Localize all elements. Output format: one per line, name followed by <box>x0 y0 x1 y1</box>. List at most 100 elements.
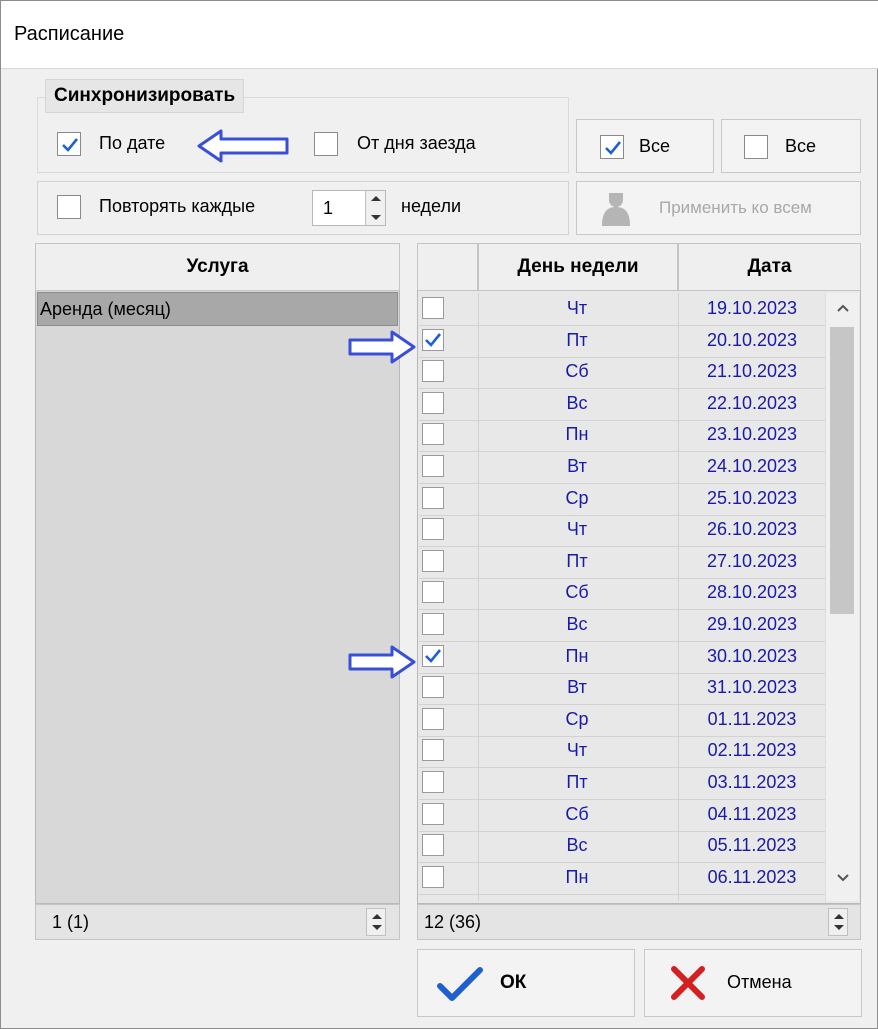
chevron-down-icon[interactable] <box>834 925 844 930</box>
chevron-up-icon[interactable] <box>371 196 381 201</box>
spinner-arrows[interactable] <box>365 191 385 225</box>
row-checkbox[interactable] <box>422 771 444 793</box>
row-checkbox[interactable] <box>422 297 444 319</box>
row-divider <box>419 862 825 863</box>
row-divider <box>419 325 825 326</box>
row-checkbox[interactable] <box>422 329 444 351</box>
checkmark-icon <box>437 967 483 1001</box>
row-date: 30.10.2023 <box>706 646 798 666</box>
row-checkbox[interactable] <box>422 360 444 382</box>
row-divider <box>419 420 825 421</box>
row-checkbox[interactable] <box>422 455 444 477</box>
cancel-button[interactable]: Отмена <box>644 949 862 1017</box>
row-divider <box>419 546 825 547</box>
row-divider <box>419 388 825 389</box>
row-date: 23.10.2023 <box>706 424 798 444</box>
row-divider <box>419 831 825 832</box>
services-spinner[interactable] <box>366 908 386 936</box>
repeat-label: Повторять каждые <box>99 196 256 216</box>
row-checkbox[interactable] <box>422 550 444 572</box>
check-icon <box>605 141 622 155</box>
chevron-down-icon[interactable] <box>371 215 381 220</box>
row-checkbox[interactable] <box>422 803 444 825</box>
row-date: 27.10.2023 <box>706 551 798 571</box>
repeat-weeks-spinner[interactable]: 1 <box>312 190 386 226</box>
row-day: Ср <box>565 709 589 729</box>
schedule-dialog: Расписание Синхронизировать По дате От д… <box>0 0 878 1029</box>
row-date: 01.11.2023 <box>707 709 797 729</box>
row-divider <box>419 451 825 452</box>
column-divider <box>478 293 479 901</box>
chevron-down-icon[interactable] <box>836 873 850 883</box>
schedule-scrollbar[interactable] <box>825 293 859 901</box>
ok-button[interactable]: ОК <box>417 949 635 1017</box>
row-checkbox[interactable] <box>422 487 444 509</box>
scrollbar-thumb[interactable] <box>830 327 854 614</box>
row-checkbox[interactable] <box>422 581 444 603</box>
services-counter: 1 (1) <box>52 912 90 932</box>
deselect-all-checkbox <box>744 135 768 159</box>
ok-label: ОК <box>500 972 527 993</box>
row-day: Вт <box>567 677 587 697</box>
x-icon <box>671 966 705 1000</box>
check-icon <box>425 333 442 347</box>
row-day: Сб <box>565 361 589 381</box>
service-row-selected[interactable]: Аренда (месяц) <box>37 292 398 326</box>
row-date: 19.10.2023 <box>706 298 798 318</box>
row-checkbox[interactable] <box>422 866 444 888</box>
row-checkbox[interactable] <box>422 676 444 698</box>
schedule-header-date: Дата <box>678 243 861 291</box>
row-day: Пн <box>565 646 589 666</box>
row-divider <box>419 357 825 358</box>
row-divider <box>419 483 825 484</box>
row-day: Пн <box>565 867 589 887</box>
row-checkbox[interactable] <box>422 739 444 761</box>
by-date-checkbox[interactable] <box>57 132 81 156</box>
service-name: Аренда (месяц) <box>40 299 171 319</box>
row-checkbox[interactable] <box>422 423 444 445</box>
row-day: Чт <box>566 519 588 539</box>
row-divider <box>419 894 825 895</box>
row-day: Пн <box>565 424 589 444</box>
row-day: Вс <box>566 393 588 413</box>
repeat-weeks-value: 1 <box>323 198 334 218</box>
chevron-up-icon[interactable] <box>834 914 844 919</box>
deselect-all-label: Все <box>785 136 817 156</box>
apply-all-label: Применить ко всем <box>659 198 812 217</box>
sync-legend: Синхронизировать <box>45 79 245 113</box>
column-divider <box>678 293 679 901</box>
annotation-arrow-icon <box>348 645 416 679</box>
row-checkbox[interactable] <box>422 613 444 635</box>
annotation-arrow-icon <box>197 129 289 163</box>
check-icon <box>425 649 442 663</box>
row-divider <box>419 767 825 768</box>
row-divider <box>419 578 825 579</box>
select-all-button[interactable]: Все <box>576 119 714 173</box>
row-divider <box>419 704 825 705</box>
repeat-checkbox[interactable] <box>57 195 81 219</box>
chevron-up-icon[interactable] <box>836 303 850 313</box>
chevron-down-icon[interactable] <box>372 925 382 930</box>
row-day: Сб <box>565 804 589 824</box>
row-date: 24.10.2023 <box>706 456 798 476</box>
row-checkbox[interactable] <box>422 518 444 540</box>
row-day: Пт <box>566 551 588 571</box>
deselect-all-button[interactable]: Все <box>721 119 861 173</box>
row-date: 05.11.2023 <box>707 835 797 855</box>
chevron-up-icon[interactable] <box>372 914 382 919</box>
row-day: Вт <box>567 456 587 476</box>
schedule-header-check <box>417 243 478 291</box>
row-checkbox[interactable] <box>422 834 444 856</box>
row-checkbox[interactable] <box>422 645 444 667</box>
row-day: Чт <box>566 740 588 760</box>
row-checkbox[interactable] <box>422 392 444 414</box>
row-divider <box>419 515 825 516</box>
row-checkbox[interactable] <box>422 708 444 730</box>
title-bar: Расписание <box>1 1 878 69</box>
from-checkin-checkbox[interactable] <box>314 132 338 156</box>
row-day: Ср <box>565 488 589 508</box>
schedule-spinner[interactable] <box>828 908 848 936</box>
row-date: 06.11.2023 <box>707 867 797 887</box>
apply-all-button[interactable]: Применить ко всем <box>576 181 861 235</box>
row-date: 02.11.2023 <box>707 740 797 760</box>
